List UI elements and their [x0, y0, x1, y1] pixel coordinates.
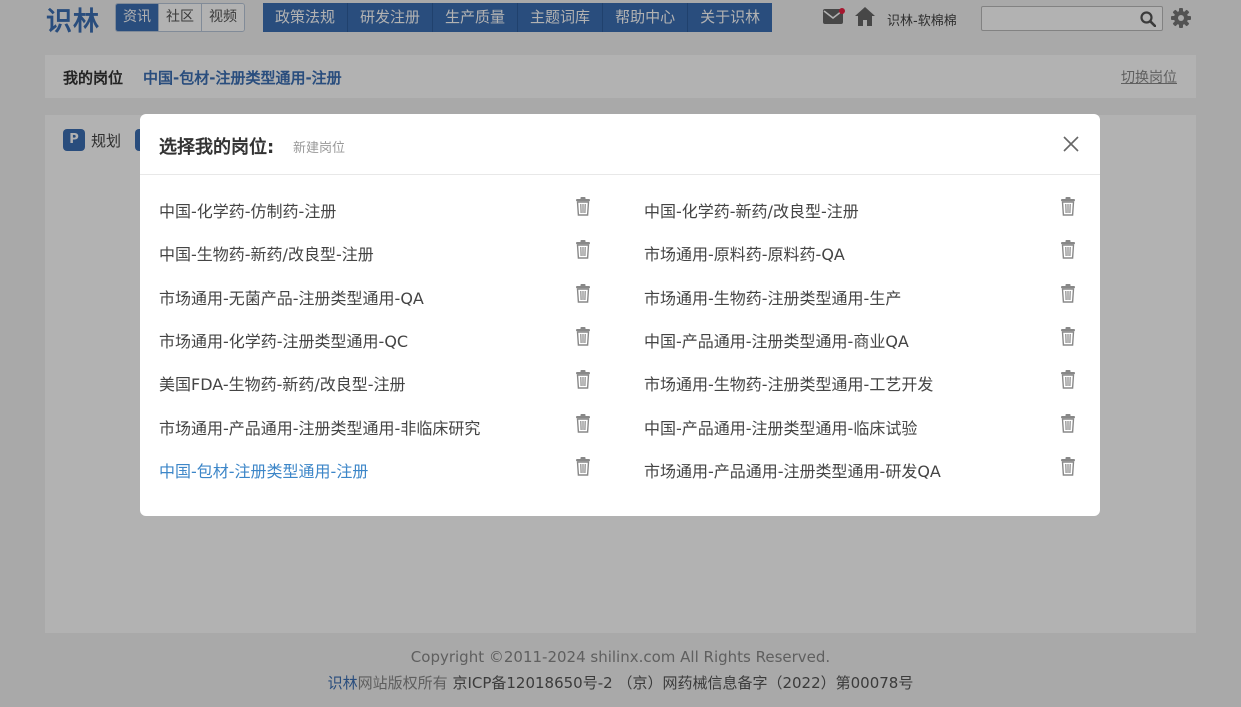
close-icon[interactable] [1062, 135, 1080, 153]
trash-icon[interactable] [575, 414, 591, 433]
post-item-name[interactable]: 中国-包材-注册类型通用-注册 [159, 458, 368, 482]
trash-icon[interactable] [575, 240, 591, 259]
trash-icon[interactable] [575, 327, 591, 346]
post-item[interactable]: 中国-产品通用-注册类型通用-临床试验 [644, 405, 1084, 445]
trash-icon[interactable] [575, 370, 591, 389]
post-item-name[interactable]: 市场通用-原料药-原料药-QA [644, 241, 845, 265]
trash-icon[interactable] [575, 284, 591, 303]
post-item-name[interactable]: 中国-产品通用-注册类型通用-商业QA [644, 328, 909, 352]
post-item[interactable]: 市场通用-化学药-注册类型通用-QC [159, 318, 599, 358]
trash-icon[interactable] [1060, 284, 1076, 303]
select-post-modal: 选择我的岗位: 新建岗位 中国-化学药-仿制药-注册中国-生物药-新药/改良型-… [140, 114, 1100, 516]
new-post-link[interactable]: 新建岗位 [293, 137, 345, 156]
post-item-name[interactable]: 市场通用-产品通用-注册类型通用-研发QA [644, 458, 941, 482]
post-item-name[interactable]: 市场通用-生物药-注册类型通用-工艺开发 [644, 371, 933, 395]
modal-title: 选择我的岗位: [159, 137, 275, 158]
post-item-name[interactable]: 中国-产品通用-注册类型通用-临床试验 [644, 415, 917, 439]
post-item[interactable]: 美国FDA-生物药-新药/改良型-注册 [159, 361, 599, 401]
post-item-name[interactable]: 中国-化学药-仿制药-注册 [159, 198, 336, 222]
post-item[interactable]: 中国-生物药-新药/改良型-注册 [159, 231, 599, 271]
trash-icon[interactable] [1060, 414, 1076, 433]
post-item[interactable]: 市场通用-生物药-注册类型通用-工艺开发 [644, 361, 1084, 401]
post-item-name[interactable]: 美国FDA-生物药-新药/改良型-注册 [159, 371, 406, 395]
post-item[interactable]: 市场通用-生物药-注册类型通用-生产 [644, 275, 1084, 315]
post-item[interactable]: 中国-化学药-新药/改良型-注册 [644, 188, 1084, 228]
trash-icon[interactable] [575, 457, 591, 476]
post-item-name[interactable]: 中国-化学药-新药/改良型-注册 [644, 198, 859, 222]
post-item-name[interactable]: 市场通用-产品通用-注册类型通用-非临床研究 [159, 415, 480, 439]
post-item-name[interactable]: 市场通用-无菌产品-注册类型通用-QA [159, 285, 424, 309]
post-item[interactable]: 市场通用-无菌产品-注册类型通用-QA [159, 275, 599, 315]
post-item-name[interactable]: 中国-生物药-新药/改良型-注册 [159, 241, 374, 265]
post-item[interactable]: 中国-产品通用-注册类型通用-商业QA [644, 318, 1084, 358]
post-item[interactable]: 市场通用-产品通用-注册类型通用-非临床研究 [159, 405, 599, 445]
trash-icon[interactable] [1060, 240, 1076, 259]
modal-header: 选择我的岗位: 新建岗位 [140, 114, 1100, 175]
post-item[interactable]: 中国-化学药-仿制药-注册 [159, 188, 599, 228]
trash-icon[interactable] [1060, 370, 1076, 389]
post-item[interactable]: 中国-包材-注册类型通用-注册 [159, 448, 599, 488]
trash-icon[interactable] [1060, 197, 1076, 216]
post-item[interactable]: 市场通用-原料药-原料药-QA [644, 231, 1084, 271]
post-item[interactable]: 市场通用-产品通用-注册类型通用-研发QA [644, 448, 1084, 488]
trash-icon[interactable] [575, 197, 591, 216]
trash-icon[interactable] [1060, 457, 1076, 476]
post-item-name[interactable]: 市场通用-生物药-注册类型通用-生产 [644, 285, 901, 309]
trash-icon[interactable] [1060, 327, 1076, 346]
post-item-name[interactable]: 市场通用-化学药-注册类型通用-QC [159, 328, 408, 352]
